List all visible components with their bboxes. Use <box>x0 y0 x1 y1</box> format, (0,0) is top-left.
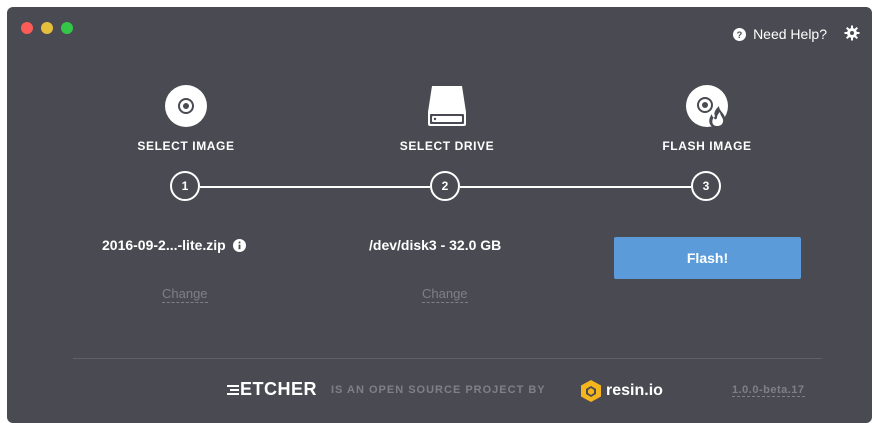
change-drive-link[interactable]: Change <box>422 286 468 303</box>
step-number-3: 3 <box>691 171 721 201</box>
etcher-logo[interactable]: ETCHER <box>225 379 317 400</box>
etcher-lines-icon <box>227 384 239 395</box>
resin-logo-text: resin.io <box>606 382 663 399</box>
question-circle-icon: ? <box>733 27 747 41</box>
resin-logo[interactable]: resin.io <box>580 379 663 403</box>
resin-cube-icon <box>581 380 601 402</box>
flash-button[interactable]: Flash! <box>614 237 801 279</box>
step-title-select-drive: SELECT DRIVE <box>399 139 495 153</box>
need-help-link[interactable]: ? Need Help? <box>733 26 827 42</box>
disc-icon <box>165 85 207 127</box>
step-title-flash-image: FLASH IMAGE <box>662 139 752 153</box>
minimize-window-button[interactable] <box>41 22 53 34</box>
footer-tagline: IS AN OPEN SOURCE PROJECT BY <box>331 384 546 396</box>
need-help-label: Need Help? <box>753 26 827 42</box>
flash-disc-icon <box>686 85 728 128</box>
app-window: ? Need Help? SELECT IMAGE SELECT DRIVE F… <box>7 7 872 423</box>
etcher-logo-text: ETCHER <box>240 379 318 399</box>
progress-line-1-2 <box>200 186 430 188</box>
progress-line-2-3 <box>460 186 691 188</box>
step-number-1: 1 <box>170 171 200 201</box>
gear-icon[interactable] <box>844 25 860 41</box>
step-title-select-image: SELECT IMAGE <box>137 139 235 153</box>
selected-image-name: 2016-09-2...-lite.zip <box>102 237 226 253</box>
change-image-link[interactable]: Change <box>162 286 208 303</box>
info-icon[interactable] <box>232 238 246 252</box>
svg-text:?: ? <box>737 29 743 39</box>
version-link[interactable]: 1.0.0-beta.17 <box>732 384 805 397</box>
selected-image: 2016-09-2...-lite.zip <box>102 237 246 253</box>
maximize-window-button[interactable] <box>61 22 73 34</box>
close-window-button[interactable] <box>21 22 33 34</box>
footer-divider <box>73 358 822 359</box>
step-number-2: 2 <box>430 171 460 201</box>
selected-drive: /dev/disk3 - 32.0 GB <box>369 237 502 253</box>
drive-icon <box>428 86 466 126</box>
